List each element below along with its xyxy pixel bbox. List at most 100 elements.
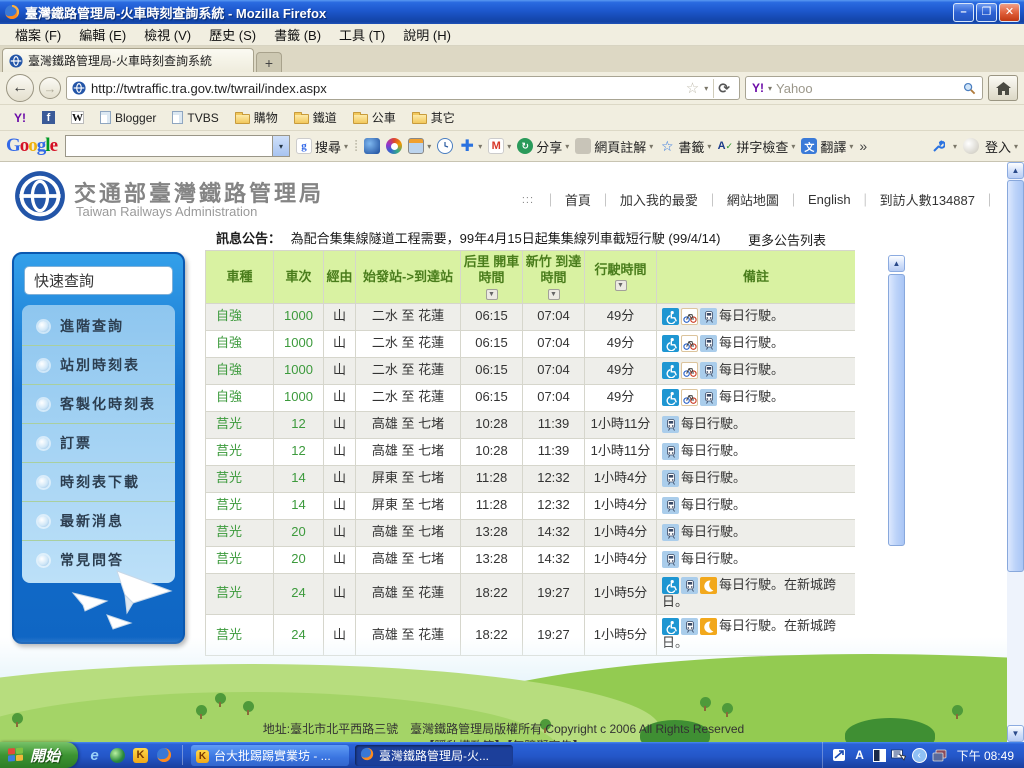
menu-item[interactable]: 歷史 (S) <box>200 23 265 46</box>
site-nav-link[interactable]: 加入我的最愛 <box>620 190 698 209</box>
search-placeholder[interactable]: Yahoo <box>776 81 959 96</box>
moon-icon <box>700 618 717 635</box>
sort-button[interactable]: ▼ <box>486 289 498 300</box>
bookmark-item[interactable]: 其它 <box>406 107 461 128</box>
bookmark-item[interactable]: f <box>36 109 61 126</box>
bookmark-item[interactable]: 購物 <box>229 107 284 128</box>
picasa-icon[interactable] <box>386 138 402 154</box>
clock-icon[interactable] <box>437 138 453 154</box>
fullwidth-toggle-icon[interactable] <box>873 749 886 762</box>
more-announcements-link[interactable]: 更多公告列表 <box>748 230 826 249</box>
footer-links[interactable]: 【隱私權政策】【無障礙宣告】 <box>0 738 1007 742</box>
menu-item[interactable]: 檢視 (V) <box>135 23 200 46</box>
google-search-dropdown-icon[interactable]: ▾ <box>272 136 289 156</box>
new-tab-button[interactable]: + <box>256 52 282 72</box>
page-scroll-down-icon[interactable]: ▼ <box>1007 725 1024 742</box>
forward-button[interactable]: → <box>39 77 61 99</box>
sort-button[interactable]: ▼ <box>548 289 560 300</box>
language-bar-icon[interactable] <box>891 747 907 763</box>
bookmark-item[interactable]: 鐵道 <box>288 107 343 128</box>
magnifier-icon[interactable] <box>963 82 976 95</box>
menu-item[interactable]: 說明 (H) <box>394 23 460 46</box>
share-button[interactable]: ↻ 分享▾ <box>517 137 569 156</box>
taskbar-task[interactable]: 臺灣鐵路管理局-火... <box>355 745 513 766</box>
search-bar[interactable]: Y! ▾ Yahoo <box>745 76 983 100</box>
close-button[interactable]: ✕ <box>999 3 1020 22</box>
page-scroll-up-icon[interactable]: ▲ <box>1007 162 1024 179</box>
screen: 臺灣鐵路管理局-火車時刻查詢系統 - Mozilla Firefox – ❐ ✕… <box>0 0 1024 768</box>
url-bar[interactable]: http://twtraffic.tra.gov.tw/twrail/index… <box>66 76 740 100</box>
column-header: 車種 <box>206 251 274 304</box>
menu-item[interactable]: 檔案 (F) <box>6 23 70 46</box>
annotate-button[interactable]: 網頁註解▾ <box>575 137 653 156</box>
google-plus-icon[interactable]: ✚▾ <box>459 138 482 154</box>
firefox-quicklaunch-icon[interactable] <box>155 747 172 764</box>
page-scroll-thumb[interactable] <box>1007 180 1024 572</box>
windows-flag-icon <box>8 747 25 763</box>
sidebar-item[interactable]: 站別時刻表 <box>22 346 175 385</box>
sidebar-item[interactable]: 訂票 <box>22 424 175 463</box>
bookmark-item[interactable]: Blogger <box>94 109 162 127</box>
bookmark-item[interactable]: TVBS <box>166 109 224 127</box>
sidebar-item[interactable]: 時刻表下載 <box>22 463 175 502</box>
menu-item[interactable]: 書籤 (B) <box>265 23 330 46</box>
table-scroll-up-icon[interactable]: ▲ <box>888 255 905 272</box>
taskbar-task[interactable]: K台大批踢踢實業坊 - ... <box>191 745 349 766</box>
bookmark-item[interactable]: Y! <box>8 109 32 127</box>
column-header-label: 車次 <box>285 269 311 284</box>
menu-item[interactable]: 工具 (T) <box>330 23 394 46</box>
google-bookmarks-button[interactable]: ☆ 書籤▾ <box>659 137 711 156</box>
page-scrollbar[interactable]: ▲ ▼ <box>1007 162 1024 742</box>
reload-button[interactable]: ⟳ <box>713 79 734 98</box>
globe-icon[interactable] <box>109 747 126 764</box>
gmail-icon[interactable]: M▾ <box>488 138 511 154</box>
search-engine-dropdown-icon[interactable]: ▾ <box>768 84 772 93</box>
google-search-input[interactable] <box>66 136 272 156</box>
note-cell: 每日行駛。 <box>657 384 856 411</box>
window-tool-icon[interactable]: ▾ <box>408 138 431 154</box>
start-button[interactable]: 開始 <box>0 742 78 768</box>
sidebar-item[interactable]: 進階查詢 <box>22 307 175 346</box>
note-cell: 每日行駛。在新城跨日。 <box>657 573 856 614</box>
site-nav-link[interactable]: English <box>808 192 851 207</box>
google-earth-icon[interactable] <box>364 138 380 154</box>
train-icon <box>662 416 679 433</box>
tray-collapse-icon[interactable]: ‹ <box>912 748 927 763</box>
kkman-icon[interactable]: K <box>132 747 149 764</box>
url-text[interactable]: http://twtraffic.tra.gov.tw/twrail/index… <box>91 81 681 96</box>
signin-button[interactable]: 登入▾ <box>985 137 1018 156</box>
sidebar-item[interactable]: 最新消息 <box>22 502 175 541</box>
table-scroll-thumb[interactable] <box>888 274 905 546</box>
train-type-cell: 莒光 <box>206 438 274 465</box>
yahoo-icon[interactable]: Y! <box>752 81 764 95</box>
sort-button[interactable]: ▼ <box>615 280 627 291</box>
table-scrollbar[interactable]: ▲ ▼ <box>888 255 905 676</box>
minimize-button[interactable]: – <box>953 3 974 22</box>
ime-mode-icon[interactable]: A <box>852 747 868 763</box>
spellcheck-button[interactable]: A✓ 拼字檢查▾ <box>717 137 795 156</box>
bookmark-star-icon[interactable]: ☆ <box>686 79 699 97</box>
translate-button[interactable]: 文 翻譯▾ <box>801 137 853 156</box>
tab-active[interactable]: 臺灣鐵路管理局-火車時刻查詢系統 <box>2 48 254 72</box>
site-nav-link[interactable]: 首頁 <box>565 190 591 209</box>
toolbar-overflow-button[interactable]: » <box>859 138 867 154</box>
bookmark-dropdown-icon[interactable]: ▾ <box>704 84 708 93</box>
google-search-button[interactable]: g 搜尋▾ <box>296 137 348 156</box>
wrench-icon[interactable] <box>931 138 947 154</box>
wrench-dropdown-icon[interactable]: ▾ <box>953 142 957 151</box>
maximize-button[interactable]: ❐ <box>976 3 997 22</box>
menu-item[interactable]: 編輯 (E) <box>70 23 135 46</box>
column-header-label: 始發站->到達站 <box>363 269 453 284</box>
back-button[interactable]: ← <box>6 74 34 102</box>
bookmark-label: Blogger <box>115 111 156 125</box>
home-button[interactable] <box>988 75 1018 101</box>
bookmark-item[interactable]: W <box>65 109 90 126</box>
bookmark-item[interactable]: 公車 <box>347 107 402 128</box>
quick-search-box[interactable]: 快速查詢 <box>24 266 173 295</box>
display-tray-icon[interactable] <box>932 747 948 763</box>
site-nav-link[interactable]: 網站地圖 <box>727 190 779 209</box>
ie-icon[interactable]: e <box>86 747 103 764</box>
ime-icon[interactable] <box>831 747 847 763</box>
train-icon <box>662 524 679 541</box>
sidebar-item[interactable]: 客製化時刻表 <box>22 385 175 424</box>
